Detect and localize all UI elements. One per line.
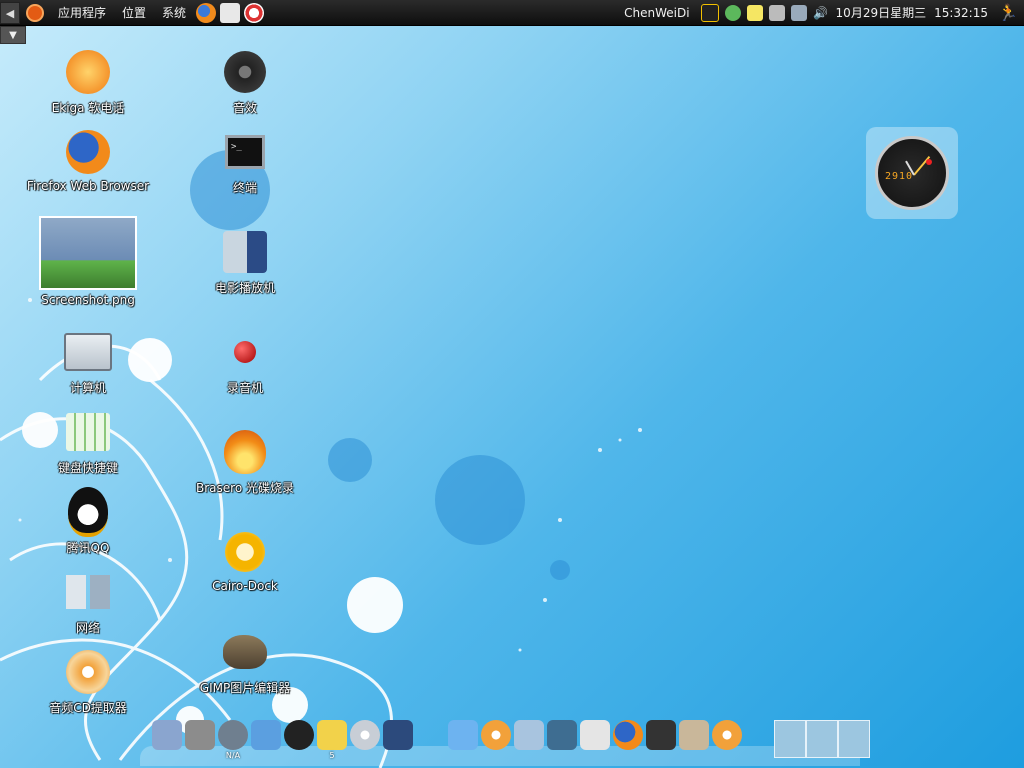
folder-badge: 5 [329, 751, 335, 760]
desktop-icon-label: 音效 [232, 101, 257, 115]
pidgin-icon[interactable] [724, 4, 741, 21]
terminal-icon: >_ [221, 128, 269, 176]
screenshot-thumbnail [39, 216, 137, 290]
brasero-icon [221, 428, 269, 476]
workspace-1-thumbnail[interactable] [774, 720, 806, 758]
desktop-icon-sound-recorder[interactable]: 录音机 [175, 328, 315, 396]
movie-player-icon [221, 228, 269, 276]
folder-icon[interactable]: 5 [317, 720, 347, 760]
gimp-icon [221, 628, 269, 676]
desktop-icon-label: Firefox Web Browser [26, 179, 150, 193]
desktop-icon-label: Ekiga 软电话 [51, 101, 125, 115]
panel-collapse-button[interactable]: ▼ [0, 26, 26, 44]
qq-tray-icon[interactable] [700, 3, 719, 22]
keyboard-icon[interactable] [768, 4, 785, 21]
desktop-icon-sound[interactable]: 音效 [175, 48, 315, 116]
firefox-icon[interactable] [613, 720, 643, 750]
menu-applications[interactable]: 应用程序 [50, 0, 114, 25]
desktop-icon-label: 腾讯QQ [66, 541, 110, 555]
desktop-icon-label: 计算机 [69, 381, 106, 395]
keyboard-shortcuts-icon [64, 408, 112, 456]
desktop-icon-movie-player[interactable]: 电影播放机 [175, 228, 315, 296]
desktop-icon-terminal[interactable]: >_ 终端 [175, 128, 315, 196]
desktop-icon-cd-ripper[interactable]: 音频CD提取器 [18, 648, 158, 716]
sound-recorder-icon [221, 328, 269, 376]
help-launcher-icon[interactable] [244, 2, 265, 23]
menu-places[interactable]: 位置 [114, 0, 154, 25]
twitter-icon[interactable] [448, 720, 478, 750]
desktop-icon-screenshot[interactable]: Screenshot.png [18, 216, 158, 307]
computer-icon [64, 328, 112, 376]
desktop-icon-computer[interactable]: 计算机 [18, 328, 158, 396]
desktop-icon-qq[interactable]: 腾讯QQ [18, 487, 158, 556]
weather-na-label: N/A [225, 751, 241, 760]
desktop-icon-label: 键盘快捷键 [57, 461, 118, 475]
cairo-dock-icon [221, 528, 269, 576]
desktop-icon-firefox[interactable]: Firefox Web Browser [18, 128, 158, 193]
cd2-icon[interactable] [712, 720, 742, 750]
volume-icon[interactable]: 🔊 [813, 5, 829, 21]
home-icon[interactable] [514, 720, 544, 750]
desktop-icon-label: Brasero 光碟烧录 [196, 481, 294, 495]
desktop-icon-keyboard-shortcuts[interactable]: 键盘快捷键 [18, 408, 158, 476]
desktop-icon-label: 网络 [75, 621, 100, 635]
mail-launcher-icon[interactable] [220, 2, 241, 23]
package-icon[interactable] [679, 720, 709, 750]
ubuntu-logo-icon [26, 3, 44, 22]
ipod-icon[interactable] [646, 720, 676, 750]
desktop-icon-label: 终端 [232, 181, 257, 195]
speaker-icon[interactable] [284, 720, 314, 750]
clock-date-readout: 2910 [885, 171, 914, 182]
date-label[interactable]: 10月29日星期三 [832, 0, 931, 25]
desktop-icon-cairo-dock[interactable]: Cairo-Dock [175, 528, 315, 593]
desktop-icon-gimp[interactable]: GIMP图片编辑器 [175, 628, 315, 696]
qq-icon [64, 487, 112, 537]
desktop-icon-network[interactable]: 网络 [18, 568, 158, 636]
desktop-icon-label: 音频CD提取器 [49, 701, 127, 715]
mail-icon[interactable] [580, 720, 610, 750]
firefox-icon [64, 128, 112, 176]
desktop-icon-label: Screenshot.png [41, 293, 135, 307]
cairo-dock: N/A 5 [130, 712, 1000, 768]
notes-icon[interactable] [746, 4, 763, 21]
desktop-icon-ekiga[interactable]: Ekiga 软电话 [18, 48, 158, 116]
workspace-3-thumbnail[interactable] [838, 720, 870, 758]
weather-icon[interactable]: N/A [218, 720, 248, 760]
firefox-launcher-icon[interactable] [196, 2, 217, 23]
desktop-icon-label: Cairo-Dock [212, 579, 278, 593]
trash-icon[interactable] [152, 720, 182, 750]
music-icon[interactable] [251, 720, 281, 750]
cd-burn-icon[interactable] [481, 720, 511, 750]
monitor-icon[interactable] [383, 720, 413, 750]
top-panel: ◀ 应用程序 位置 系统 ChenWeiDi 🔊 10月29日星期三 15:32… [0, 0, 1024, 26]
network-icon [64, 568, 112, 616]
desktop-icon-brasero[interactable]: Brasero 光碟烧录 [175, 428, 315, 496]
username-label[interactable]: ChenWeiDi [616, 0, 697, 25]
sound-icon [221, 48, 269, 96]
ekiga-icon [64, 48, 112, 96]
desktop-icon-label: 电影播放机 [214, 281, 275, 295]
workspace-2-thumbnail[interactable] [806, 720, 838, 758]
screen-icon[interactable] [547, 720, 577, 750]
desktop-icon-label: 录音机 [226, 381, 263, 395]
clock-label[interactable]: 15:32:15 [930, 0, 992, 25]
network-icon[interactable] [790, 4, 807, 21]
running-man-icon[interactable]: 🏃 [998, 3, 1018, 23]
clock-widget[interactable]: 2910 [866, 127, 958, 219]
desktop-icon-label: GIMP图片编辑器 [199, 681, 291, 695]
cd-icon[interactable] [350, 720, 380, 750]
menu-system[interactable]: 系统 [154, 0, 194, 25]
panel-hide-left-button[interactable]: ◀ [0, 2, 20, 24]
cd-ripper-icon [64, 648, 112, 696]
recycle-icon[interactable] [185, 720, 215, 750]
